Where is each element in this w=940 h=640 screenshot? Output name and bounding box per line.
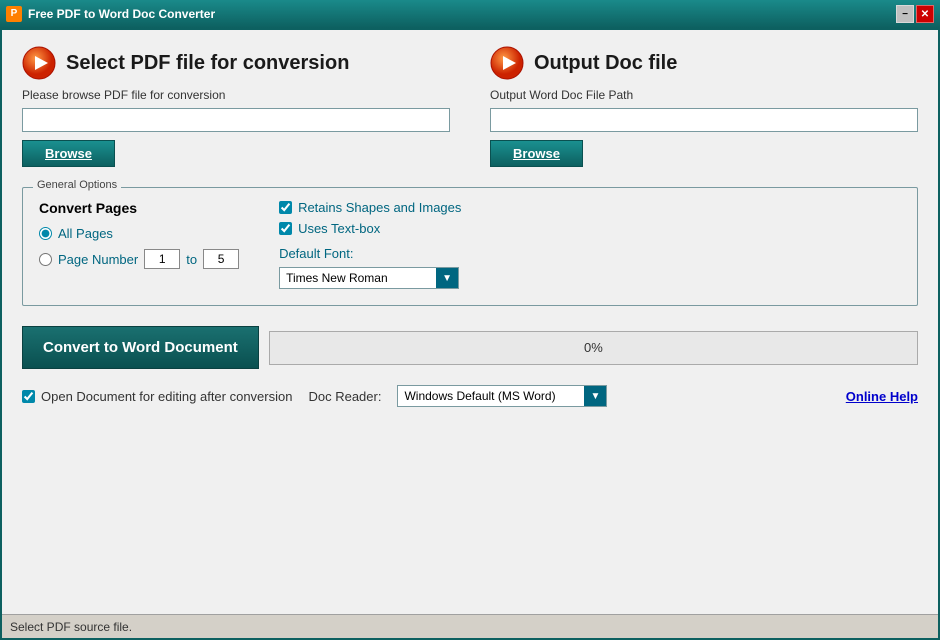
doc-reader-wrapper[interactable]: Windows Default (MS Word) ▼ bbox=[397, 385, 607, 407]
options-inner: Convert Pages All Pages Page Number to bbox=[39, 200, 901, 289]
font-select-value: Times New Roman bbox=[280, 268, 436, 288]
page-number-group: to bbox=[144, 249, 239, 269]
convert-pages-title: Convert Pages bbox=[39, 200, 239, 216]
open-doc-checkbox[interactable] bbox=[22, 390, 35, 403]
output-file-input[interactable] bbox=[490, 108, 918, 132]
page-number-radio[interactable] bbox=[39, 253, 52, 266]
left-play-icon bbox=[22, 46, 56, 80]
output-browse-button[interactable]: Browse bbox=[490, 140, 583, 167]
top-section: Select PDF file for conversion Please br… bbox=[22, 46, 918, 167]
page-to-separator: to bbox=[186, 252, 197, 267]
page-to-input[interactable] bbox=[203, 249, 239, 269]
right-panel-subtitle: Output Word Doc File Path bbox=[490, 88, 918, 102]
left-panel: Select PDF file for conversion Please br… bbox=[22, 46, 450, 167]
page-number-radio-label[interactable]: Page Number to bbox=[39, 249, 239, 269]
radio-group: All Pages Page Number to bbox=[39, 226, 239, 269]
title-bar-text: Free PDF to Word Doc Converter bbox=[28, 7, 896, 21]
status-text: Select PDF source file. bbox=[10, 620, 132, 634]
convert-button[interactable]: Convert to Word Document bbox=[22, 326, 259, 369]
retains-shapes-label[interactable]: Retains Shapes and Images bbox=[279, 200, 901, 215]
right-play-icon bbox=[490, 46, 524, 80]
convert-area: Convert to Word Document 0% bbox=[22, 326, 918, 369]
retains-shapes-checkbox[interactable] bbox=[279, 201, 292, 214]
font-dropdown-arrow[interactable]: ▼ bbox=[436, 268, 458, 288]
left-panel-subtitle: Please browse PDF file for conversion bbox=[22, 88, 450, 102]
open-doc-label[interactable]: Open Document for editing after conversi… bbox=[22, 389, 292, 404]
right-panel: Output Doc file Output Word Doc File Pat… bbox=[490, 46, 918, 167]
retains-shapes-text: Retains Shapes and Images bbox=[298, 200, 461, 215]
doc-reader-arrow[interactable]: ▼ bbox=[584, 386, 606, 406]
right-panel-header: Output Doc file bbox=[490, 46, 918, 80]
status-bar: Select PDF source file. bbox=[2, 614, 938, 638]
uses-textbox-text: Uses Text-box bbox=[298, 221, 380, 236]
doc-reader-value: Windows Default (MS Word) bbox=[398, 386, 584, 406]
content-area: Select PDF file for conversion Please br… bbox=[2, 30, 938, 614]
pdf-browse-button[interactable]: Browse bbox=[22, 140, 115, 167]
uses-textbox-checkbox[interactable] bbox=[279, 222, 292, 235]
online-help-link[interactable]: Online Help bbox=[846, 389, 918, 404]
left-panel-header: Select PDF file for conversion bbox=[22, 46, 450, 80]
uses-textbox-label[interactable]: Uses Text-box bbox=[279, 221, 901, 236]
progress-bar-container: 0% bbox=[269, 331, 918, 365]
options-right-section: Retains Shapes and Images Uses Text-box … bbox=[279, 200, 901, 289]
general-options-box: General Options Convert Pages All Pages … bbox=[22, 187, 918, 306]
open-doc-text: Open Document for editing after conversi… bbox=[41, 389, 292, 404]
all-pages-radio-label[interactable]: All Pages bbox=[39, 226, 239, 241]
main-window: Select PDF file for conversion Please br… bbox=[0, 28, 940, 640]
doc-reader-label: Doc Reader: bbox=[308, 389, 381, 404]
window-controls: − ✕ bbox=[896, 5, 934, 23]
bottom-options: Open Document for editing after conversi… bbox=[22, 385, 918, 417]
app-icon: P bbox=[6, 6, 22, 22]
right-panel-title: Output Doc file bbox=[534, 52, 677, 75]
close-button[interactable]: ✕ bbox=[916, 5, 934, 23]
page-from-input[interactable] bbox=[144, 249, 180, 269]
all-pages-label: All Pages bbox=[58, 226, 113, 241]
options-legend: General Options bbox=[33, 179, 121, 191]
all-pages-radio[interactable] bbox=[39, 227, 52, 240]
page-number-label: Page Number bbox=[58, 252, 138, 267]
left-panel-title: Select PDF file for conversion bbox=[66, 52, 349, 75]
progress-text: 0% bbox=[584, 340, 603, 355]
convert-pages-section: Convert Pages All Pages Page Number to bbox=[39, 200, 239, 289]
pdf-file-input[interactable] bbox=[22, 108, 450, 132]
default-font-label: Default Font: bbox=[279, 246, 901, 261]
font-select-wrapper[interactable]: Times New Roman ▼ bbox=[279, 267, 459, 289]
title-bar: P Free PDF to Word Doc Converter − ✕ bbox=[0, 0, 940, 28]
minimize-button[interactable]: − bbox=[896, 5, 914, 23]
